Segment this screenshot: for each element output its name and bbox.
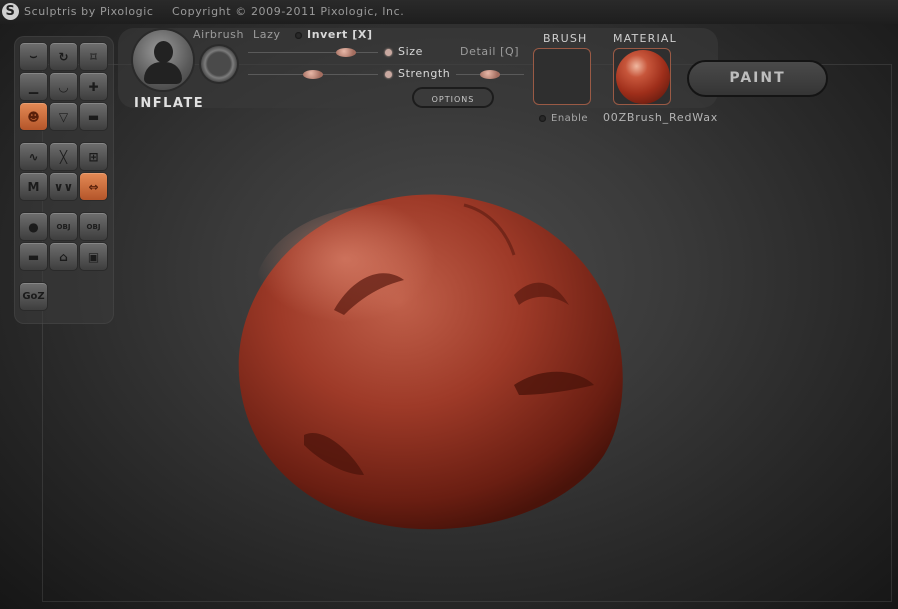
enable-toggle-dot[interactable] [539,115,546,122]
inflate-icon: ☻ [27,109,40,124]
app-title: Sculptris by Pixologic [24,5,154,18]
move-icon: ✚ [88,79,99,94]
curve-icon: ∿ [28,149,39,164]
rotate-tool-button[interactable]: ↻ [49,42,78,71]
material-preview[interactable] [613,48,671,105]
clay-brush-icon: ⌣ [29,49,38,63]
wireframe-tool-button[interactable]: ∨∨ [49,172,78,201]
enable-label[interactable]: Enable [551,113,588,124]
save-file-icon: ▣ [87,249,100,264]
size-slider-track[interactable] [248,52,378,53]
open-file-tool-button[interactable]: ⌂ [49,242,78,271]
grab-tool-button[interactable]: ▬ [79,102,108,131]
brush-ring-icon[interactable] [201,46,237,82]
material-sphere-icon [616,50,670,104]
size-label: Size [398,45,423,58]
options-button[interactable]: OPTIONS [412,87,494,108]
flatten-icon: ▁ [28,79,39,94]
symmetry-tool-button[interactable]: ╳ [49,142,78,171]
sphere-icon: ● [28,219,39,234]
curve-tool-button[interactable]: ∿ [19,142,48,171]
inflate-tool-button[interactable]: ☻ [19,102,48,131]
open-file-icon: ⌂ [59,249,68,264]
clay-brush-tool-button[interactable]: ⌣ [19,42,48,71]
export-obj-tool-button[interactable]: OBJ [79,212,108,241]
export-obj-icon: OBJ [86,222,101,231]
strength-dot [385,71,392,78]
import-obj-icon: OBJ [56,222,71,231]
airbrush-toggle[interactable]: Airbrush [193,28,244,41]
strength-label: Strength [398,67,451,80]
wireframe-icon: ∨∨ [53,179,74,194]
current-tool-label: INFLATE [134,96,205,111]
sculpt-model-viewport[interactable] [234,185,634,535]
flatten-tool-button[interactable]: ▁ [19,72,48,101]
material-name: 00ZBrush_RedWax [603,111,719,124]
crop-icon: ⌑ [90,49,97,64]
mirror-tool-button[interactable]: ⇔ [79,172,108,201]
rotate-icon: ↻ [58,49,69,64]
pinch-icon: ▽ [58,109,69,124]
title-bar: S Sculptris by Pixologic Copyright © 200… [0,0,898,24]
mask-tool-button[interactable]: M [19,172,48,201]
new-scene-icon: ▬ [27,249,40,264]
sphere-tool-button[interactable]: ● [19,212,48,241]
paint-button[interactable]: PAINT [687,60,828,97]
detail-slider-handle[interactable] [480,70,500,79]
import-obj-tool-button[interactable]: OBJ [49,212,78,241]
move-tool-button[interactable]: ✚ [79,72,108,101]
grid-icon: ⊞ [88,149,99,164]
new-scene-tool-button[interactable]: ▬ [19,242,48,271]
detail-label: Detail [Q] [460,45,520,58]
invert-toggle-dot[interactable] [295,32,302,39]
grid-tool-button[interactable]: ⊞ [79,142,108,171]
save-file-tool-button[interactable]: ▣ [79,242,108,271]
invert-label[interactable]: Invert [X] [307,28,373,41]
brush-panel-title: BRUSH [543,32,588,45]
smooth-icon: ◡ [58,79,69,94]
crop-tool-button[interactable]: ⌑ [79,42,108,71]
smooth-tool-button[interactable]: ◡ [49,72,78,101]
goz-button[interactable]: GoZ [19,282,48,311]
sculptris-logo-icon: S [2,3,19,20]
brush-avatar-icon[interactable] [133,30,193,90]
pinch-tool-button[interactable]: ▽ [49,102,78,131]
copyright-text: Copyright © 2009-2011 Pixologic, Inc. [172,5,405,18]
symmetry-icon: ╳ [59,149,68,164]
mirror-icon: ⇔ [88,179,99,194]
brush-texture-slot[interactable] [533,48,591,105]
grab-icon: ▬ [87,109,100,124]
head-highlight [254,205,514,385]
size-slider-handle[interactable] [335,48,356,57]
mask-icon: M [27,179,40,194]
strength-slider-handle[interactable] [303,70,323,79]
size-dot [385,49,392,56]
material-panel-title: MATERIAL [613,32,677,45]
lazy-toggle[interactable]: Lazy [253,28,281,41]
